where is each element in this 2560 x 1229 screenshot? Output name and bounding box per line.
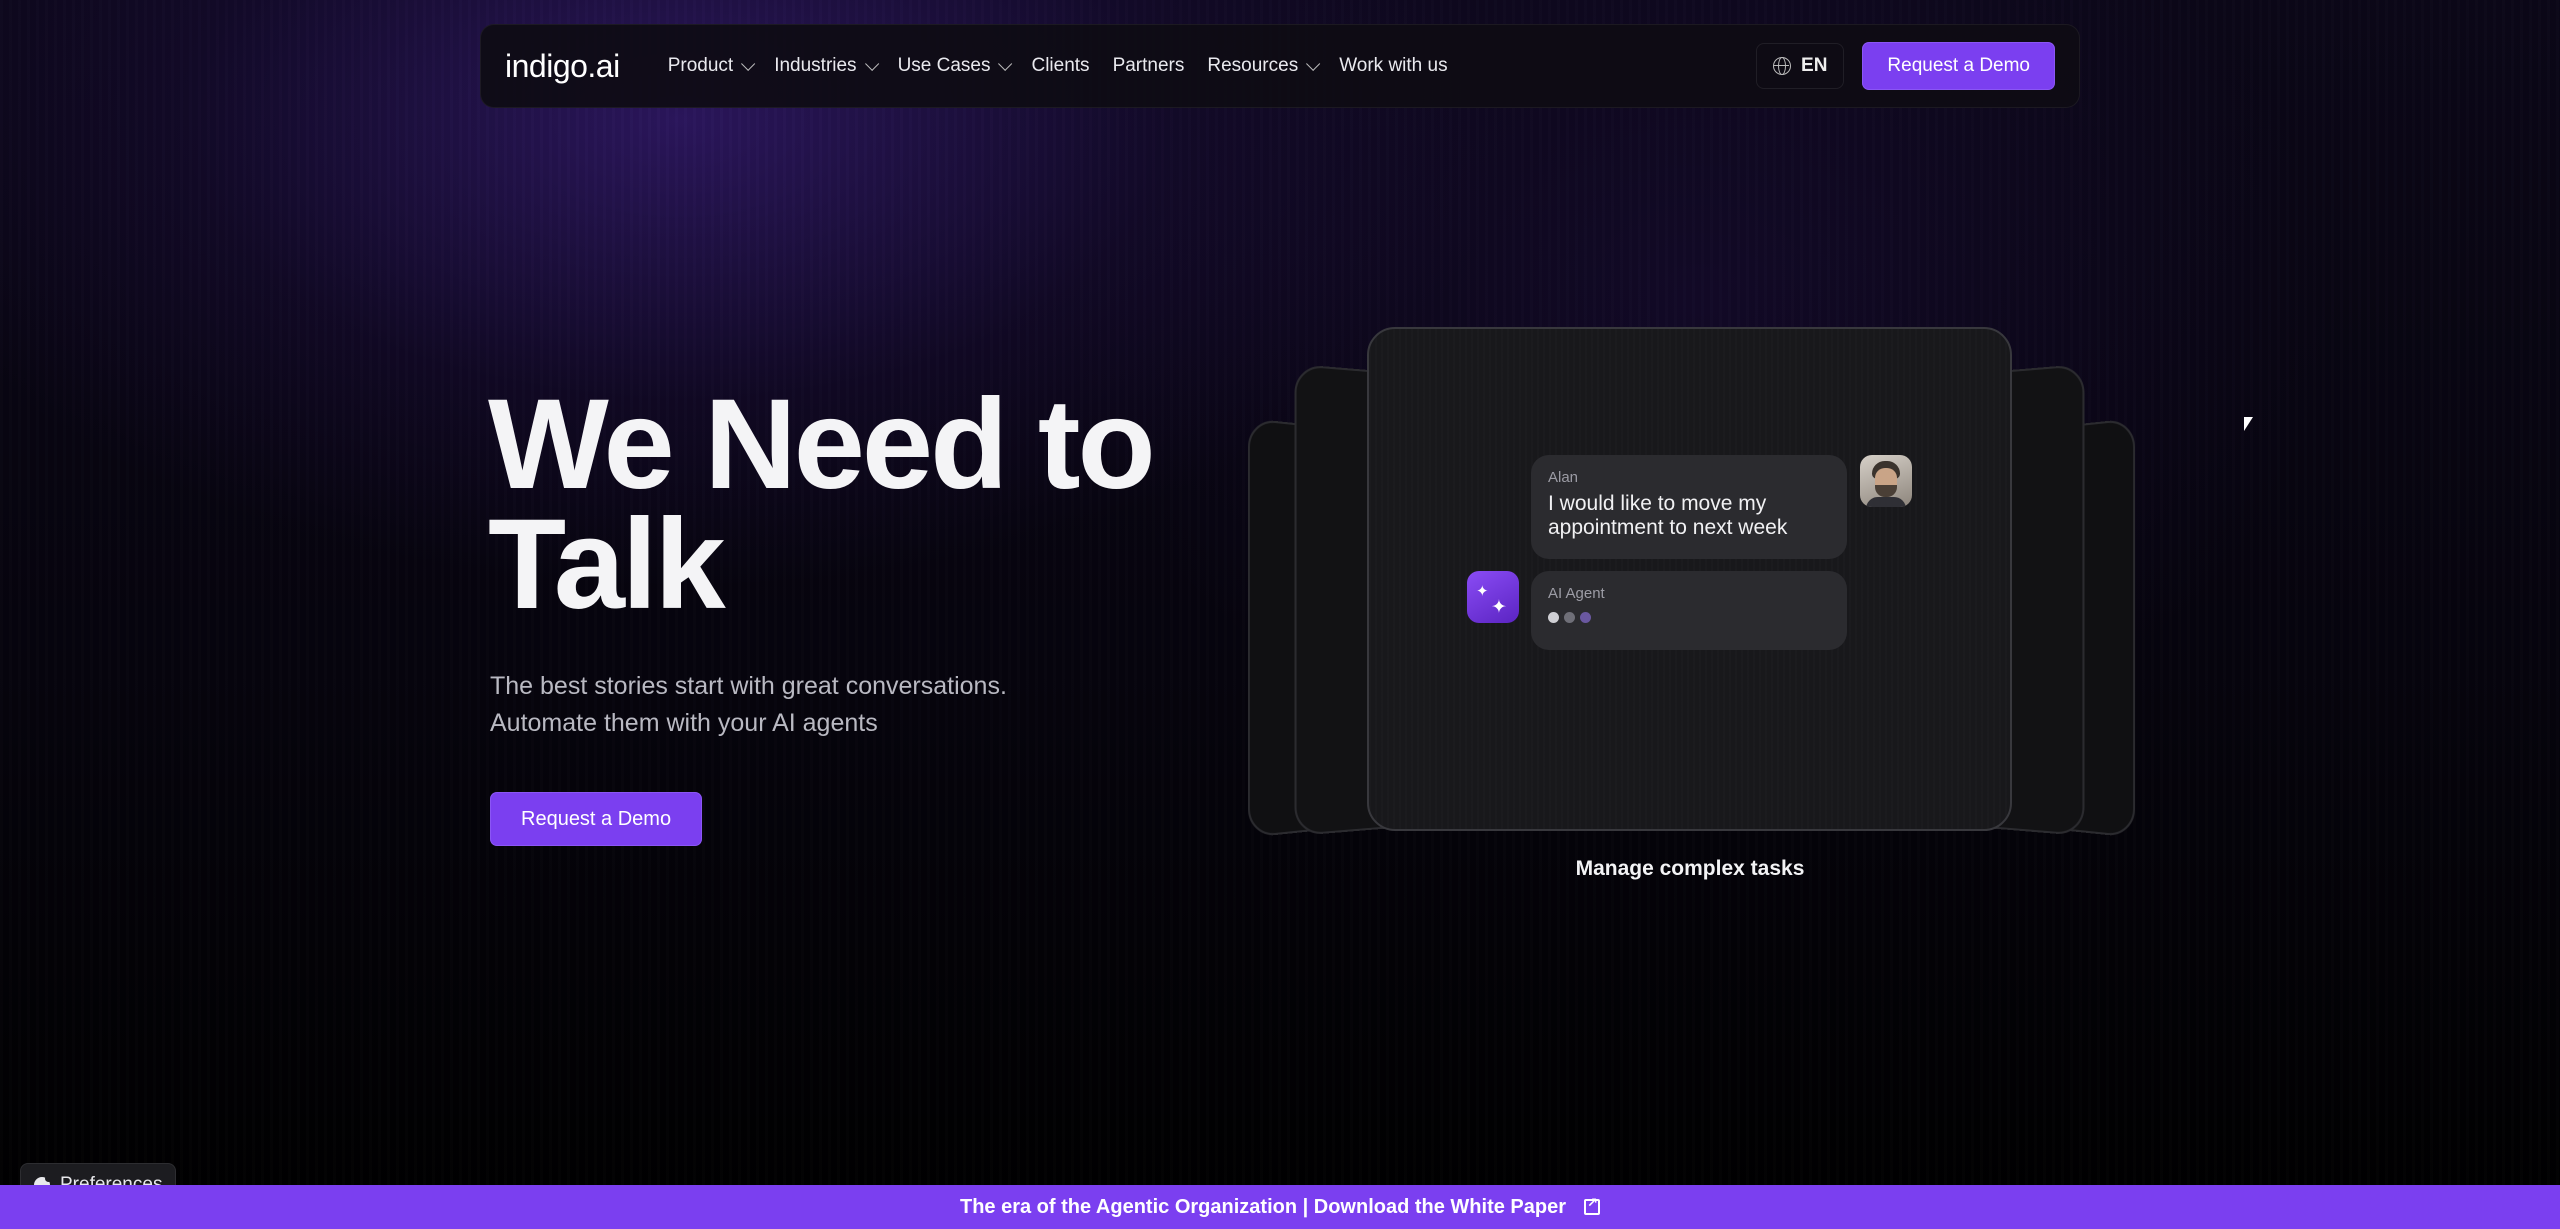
chevron-down-icon: [998, 56, 1013, 71]
chevron-down-icon: [1306, 56, 1321, 71]
external-link-icon: [1584, 1195, 1600, 1215]
hero-request-demo-button[interactable]: Request a Demo: [490, 792, 703, 846]
user-avatar: [1860, 455, 1912, 507]
nav-item-label: Product: [667, 55, 734, 76]
mouse-cursor-icon: [2244, 417, 2253, 431]
nav-links: Product Industries Use Cases Clients Par…: [668, 55, 1448, 77]
nav-item-label: Partners: [1112, 55, 1185, 76]
nav-item-label: Industries: [774, 55, 857, 76]
nav-item-product[interactable]: Product: [667, 55, 756, 77]
language-label: EN: [1801, 55, 1828, 76]
language-selector[interactable]: EN: [1756, 43, 1845, 89]
chevron-down-icon: [741, 56, 756, 71]
nav-item-label: Resources: [1207, 55, 1299, 76]
nav-actions: EN Request a Demo: [1756, 42, 2055, 90]
nav-item-industries[interactable]: Industries: [774, 55, 879, 77]
nav-request-demo-button[interactable]: Request a Demo: [1862, 42, 2055, 90]
top-navigation: indigo.ai Product Industries Use Cases C…: [480, 24, 2080, 108]
globe-icon: [1773, 57, 1792, 75]
user-message: I would like to move my appointment to n…: [1548, 492, 1788, 539]
typing-dot: [1580, 612, 1591, 623]
nav-item-label: Clients: [1031, 55, 1090, 76]
nav-item-label: Use Cases: [897, 55, 991, 76]
nav-item-work-with-us[interactable]: Work with us: [1339, 55, 1447, 77]
nav-item-use-cases[interactable]: Use Cases: [897, 55, 1013, 77]
user-message-bubble: Alan I would like to move my appointment…: [1531, 455, 1847, 559]
nav-item-partners[interactable]: Partners: [1113, 55, 1185, 77]
typing-indicator: [1548, 612, 1830, 623]
nav-item-resources[interactable]: Resources: [1207, 55, 1321, 77]
chevron-down-icon: [864, 56, 879, 71]
agent-name: AI Agent: [1548, 585, 1605, 602]
site-logo[interactable]: indigo.ai: [505, 48, 620, 85]
showcase-caption: Manage complex tasks: [1575, 857, 1805, 880]
nav-item-clients[interactable]: Clients: [1031, 55, 1089, 77]
agent-message-bubble: AI Agent: [1531, 571, 1847, 650]
hero-subtitle-line-1: The best stories start with great conver…: [490, 672, 1007, 700]
typing-dot: [1564, 612, 1575, 623]
hero-subtitle: The best stories start with great conver…: [490, 668, 1110, 742]
nav-item-label: Work with us: [1339, 55, 1448, 76]
user-name: Alan: [1548, 469, 1579, 486]
typing-dot: [1548, 612, 1559, 623]
announcement-banner[interactable]: The era of the Agentic Organization | Do…: [0, 1185, 2560, 1229]
hero-title: We Need to Talk: [488, 381, 1208, 629]
hero-subtitle-line-2: Automate them with your AI agents: [490, 709, 878, 737]
hero-title-line-2: Talk: [488, 493, 726, 636]
banner-text: The era of the Agentic Organization | Do…: [959, 1195, 1566, 1218]
sparkle-icon: ✦ ✦: [1467, 571, 1519, 623]
